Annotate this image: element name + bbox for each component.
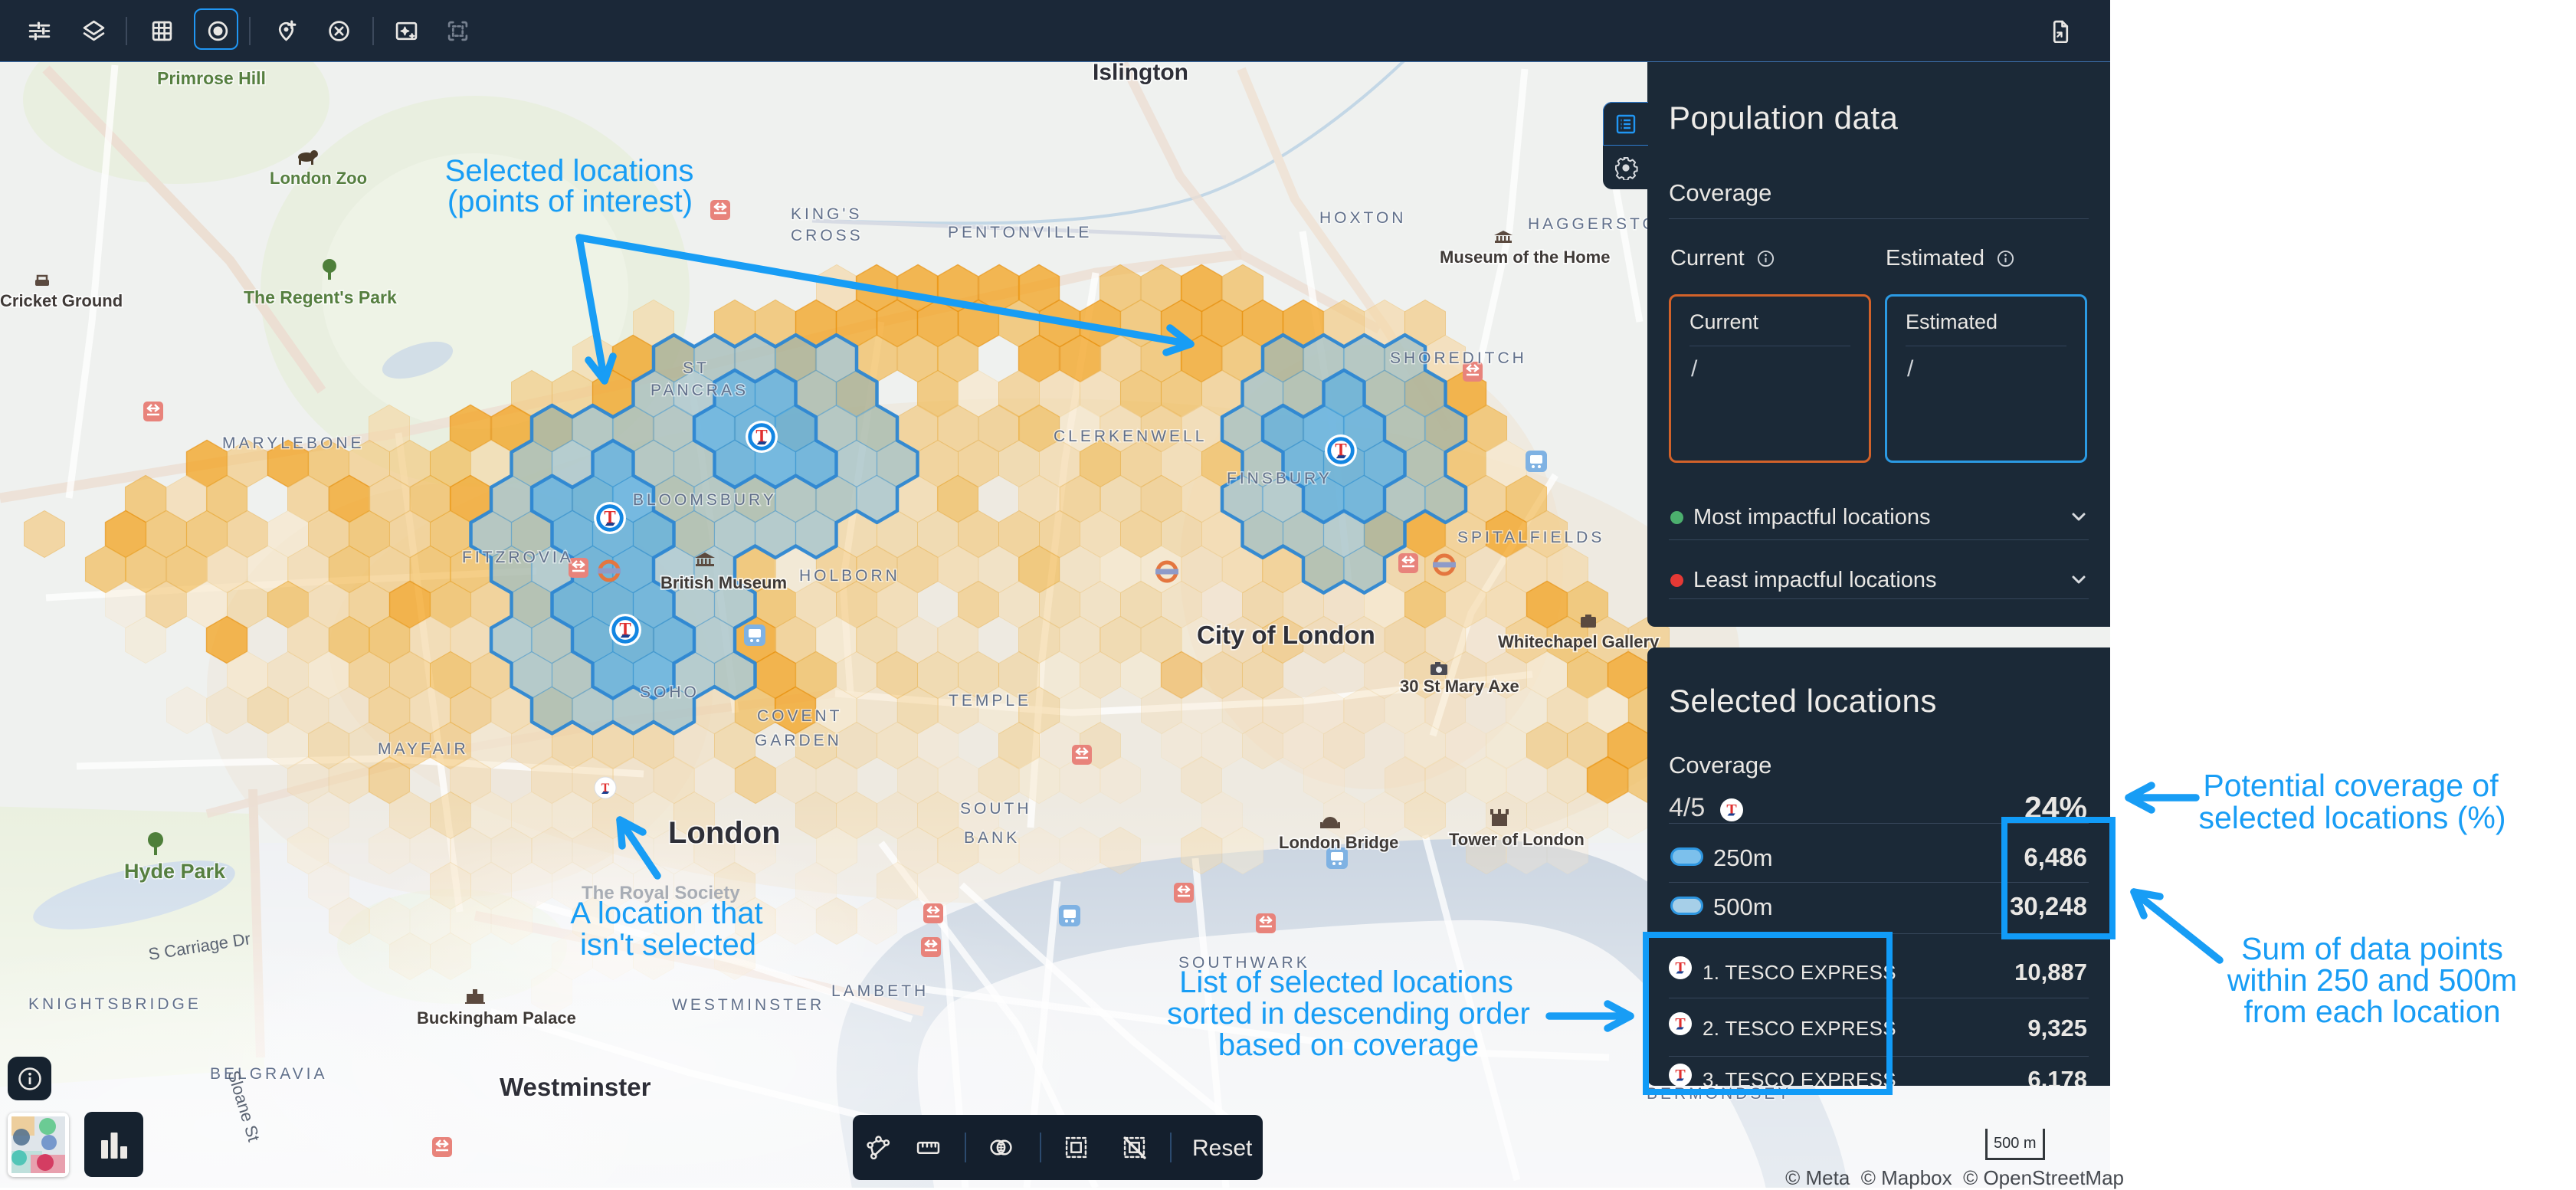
svg-text:WESTMINSTER: WESTMINSTER xyxy=(672,996,824,1014)
svg-text:BLOOMSBURY: BLOOMSBURY xyxy=(633,491,777,509)
svg-text:London Bridge: London Bridge xyxy=(1279,833,1398,852)
svg-text:SPITALFIELDS: SPITALFIELDS xyxy=(1457,529,1604,546)
svg-text:The Royal Society: The Royal Society xyxy=(582,883,740,903)
svg-text:TEMPLE: TEMPLE xyxy=(949,692,1031,710)
svg-text:KING'S: KING'S xyxy=(791,205,862,223)
svg-text:Primrose Hill: Primrose Hill xyxy=(157,68,266,88)
svg-text:FITZROVIA: FITZROVIA xyxy=(462,549,574,566)
svg-text:Whitechapel Gallery: Whitechapel Gallery xyxy=(1498,632,1660,651)
svg-text:Hyde Park: Hyde Park xyxy=(124,860,226,883)
svg-text:Islington: Islington xyxy=(1093,62,1188,85)
svg-text:MARYLEBONE: MARYLEBONE xyxy=(222,434,365,452)
svg-text:The Regent's Park: The Regent's Park xyxy=(244,287,397,307)
svg-text:CLERKENWELL: CLERKENWELL xyxy=(1054,428,1207,445)
svg-text:FINSBURY: FINSBURY xyxy=(1227,470,1332,487)
svg-text:Tower of London: Tower of London xyxy=(1449,830,1585,849)
svg-text:BANK: BANK xyxy=(964,829,1020,847)
svg-text:Cricket Ground: Cricket Ground xyxy=(0,291,123,310)
svg-text:PANCRAS: PANCRAS xyxy=(651,382,749,399)
svg-text:London: London xyxy=(668,816,781,850)
svg-text:T: T xyxy=(1675,1015,1686,1032)
svg-text:ST: ST xyxy=(683,359,710,377)
svg-text:Buckingham Palace: Buckingham Palace xyxy=(417,1008,576,1028)
svg-text:GARDEN: GARDEN xyxy=(755,732,842,749)
svg-text:COVENT: COVENT xyxy=(757,707,843,725)
svg-text:SHOREDITCH: SHOREDITCH xyxy=(1390,349,1527,367)
svg-text:British Museum: British Museum xyxy=(660,573,787,592)
svg-text:SOHO: SOHO xyxy=(640,684,700,701)
svg-text:T: T xyxy=(1726,802,1737,818)
svg-text:T: T xyxy=(1675,959,1686,976)
svg-text:LAMBETH: LAMBETH xyxy=(831,982,929,1000)
svg-text:City of London: City of London xyxy=(1197,621,1375,649)
svg-text:MAYFAIR: MAYFAIR xyxy=(378,740,469,758)
svg-text:HOLBORN: HOLBORN xyxy=(799,567,900,585)
svg-text:SOUTH: SOUTH xyxy=(960,800,1032,818)
svg-text:Museum of the Home: Museum of the Home xyxy=(1440,248,1610,267)
svg-text:T: T xyxy=(1675,1067,1686,1083)
svg-text:CROSS: CROSS xyxy=(791,227,864,244)
svg-text:KNIGHTSBRIDGE: KNIGHTSBRIDGE xyxy=(28,995,202,1013)
svg-text:HOXTON: HOXTON xyxy=(1319,209,1406,227)
svg-text:PENTONVILLE: PENTONVILLE xyxy=(948,224,1092,241)
svg-text:SOUTHWARK: SOUTHWARK xyxy=(1178,954,1310,972)
svg-text:London Zoo: London Zoo xyxy=(270,169,367,188)
svg-text:30 St Mary Axe: 30 St Mary Axe xyxy=(1400,677,1519,696)
svg-text:Westminster: Westminster xyxy=(500,1073,651,1101)
svg-text:BERMONDSEY: BERMONDSEY xyxy=(1647,1085,1791,1103)
